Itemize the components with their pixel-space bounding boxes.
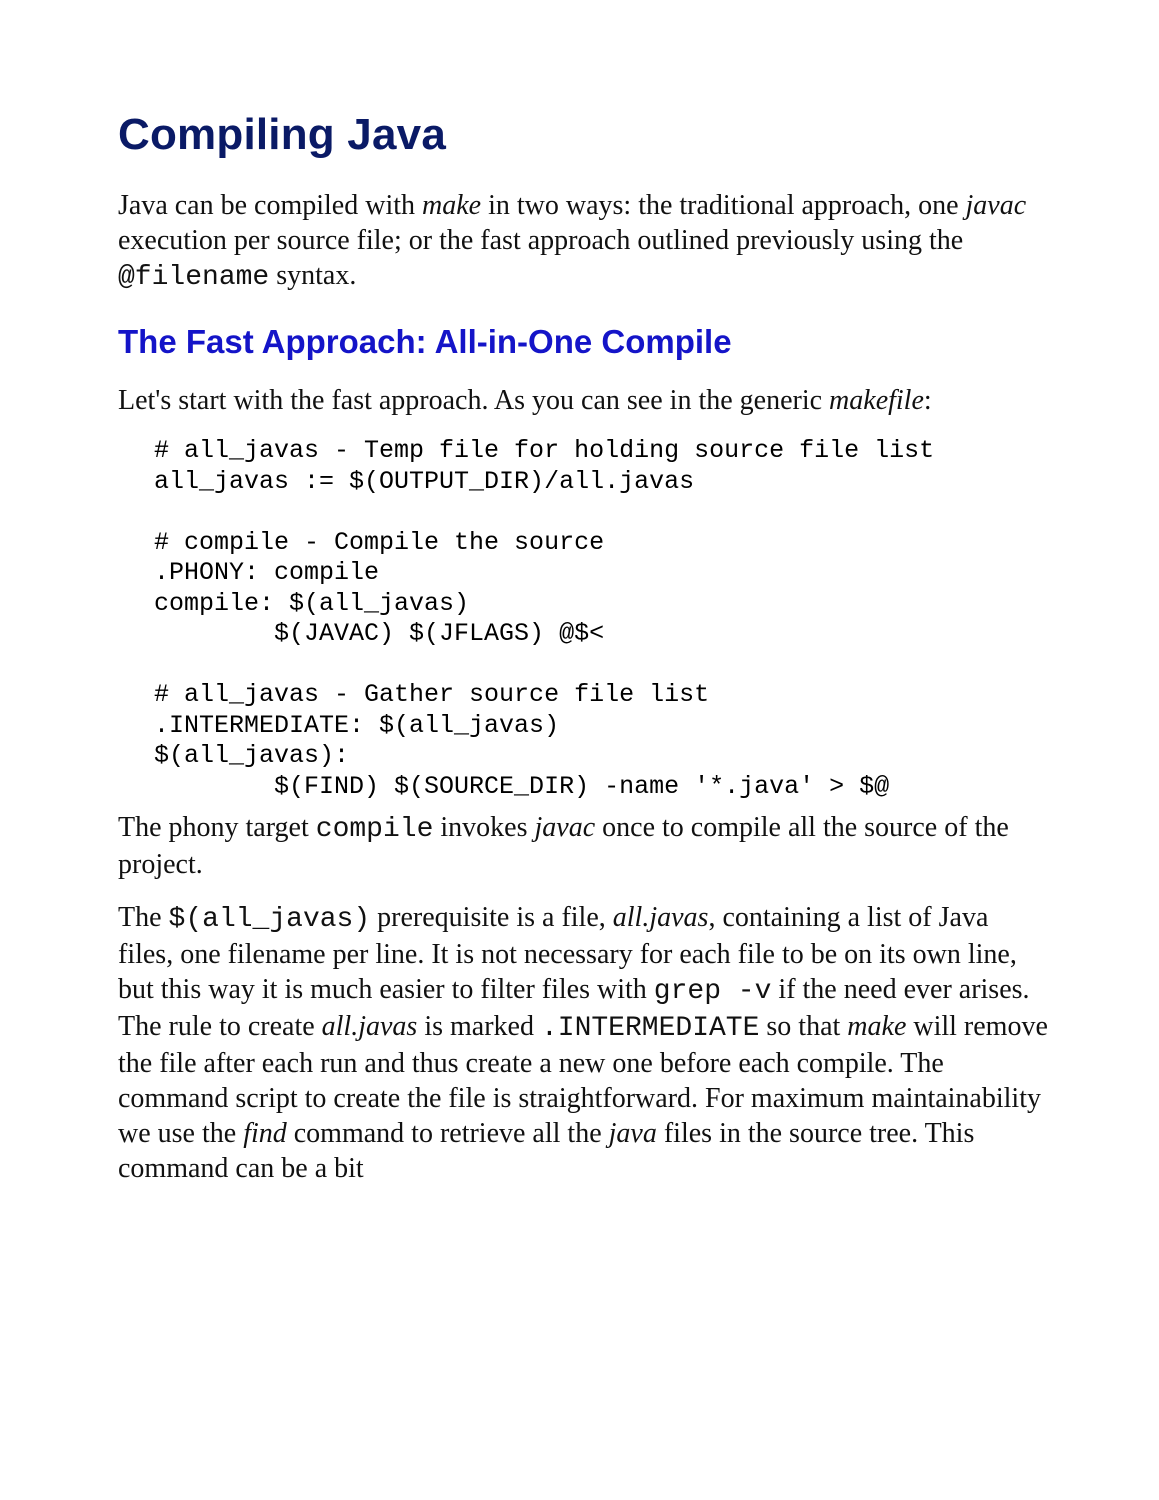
text: : [924,385,932,416]
term-find: find [243,1118,287,1149]
code-block-makefile: # all_javas - Temp file for holding sour… [154,436,1049,802]
term-java: java [609,1118,657,1149]
text: The phony target [118,812,316,843]
code-at-filename: @filename [118,262,269,293]
lead-paragraph: Let's start with the fast approach. As y… [118,383,1049,418]
term-make: make [847,1011,906,1042]
text: The [118,902,169,933]
text: execution per source file; or the fast a… [118,225,963,256]
section-title: Compiling Java [118,110,1049,160]
paragraph-compile-target: The phony target compile invokes javac o… [118,810,1049,882]
text: command to retrieve all the [287,1118,609,1149]
intro-paragraph: Java can be compiled with make in two wa… [118,188,1049,295]
term-javac: javac [535,812,596,843]
text: Let's start with the fast approach. As y… [118,385,829,416]
term-all-javas-file: all.javas [322,1011,418,1042]
text: prerequisite is a file, [370,902,613,933]
term-makefile: makefile [829,385,924,416]
subsection-title: The Fast Approach: All-in-One Compile [118,323,1049,361]
text: so that [759,1011,847,1042]
text: Java can be compiled with [118,190,422,221]
text: in two ways: the traditional approach, o… [481,190,965,221]
term-javac: javac [966,190,1027,221]
code-intermediate: .INTERMEDIATE [541,1013,759,1044]
paragraph-all-javas: The $(all_javas) prerequisite is a file,… [118,900,1049,1186]
code-grep-v: grep -v [654,976,772,1007]
term-all-javas-file: all.javas [613,902,709,933]
text: is marked [417,1011,541,1042]
term-make: make [422,190,481,221]
code-all-javas-var: $(all_javas) [169,904,371,935]
text: syntax. [269,260,356,291]
code-compile: compile [316,814,434,845]
text: invokes [433,812,534,843]
